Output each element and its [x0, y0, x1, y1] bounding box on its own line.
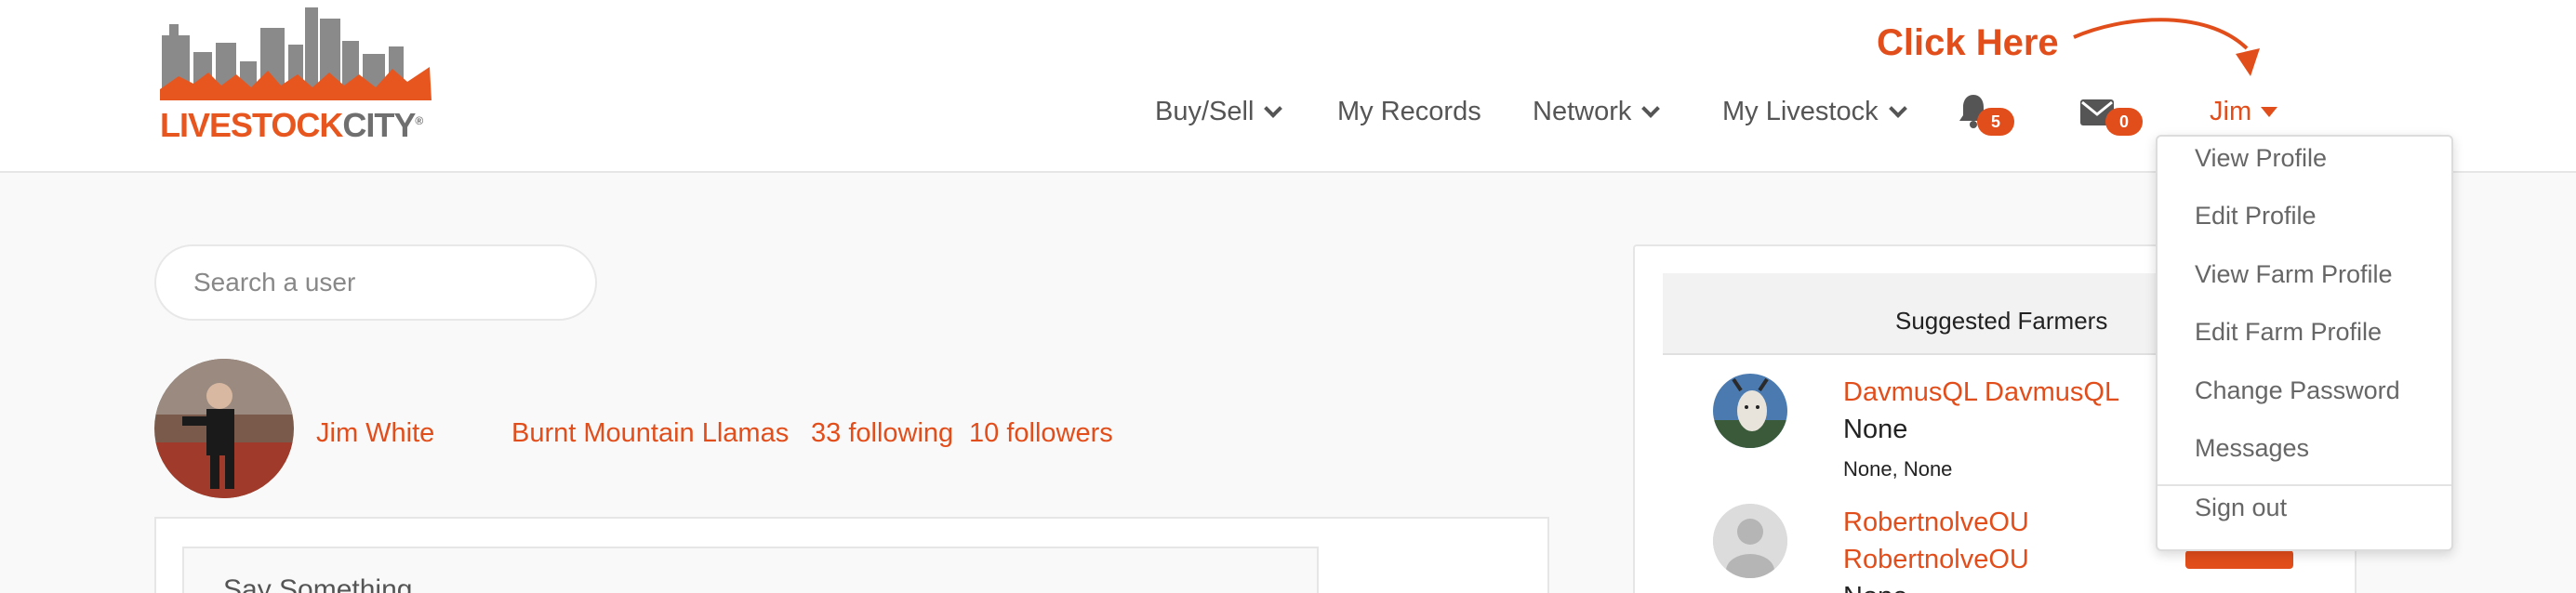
- annotation-arrow-icon: [2073, 18, 2260, 76]
- farmer-name-link[interactable]: DavmusQL DavmusQL: [1843, 377, 2119, 408]
- user-avatar[interactable]: [154, 359, 294, 498]
- menu-item-view-farm-profile[interactable]: View Farm Profile: [2195, 260, 2393, 289]
- post-prompt: Say Something: [223, 574, 413, 593]
- messages-count-badge: 0: [2105, 108, 2143, 136]
- chevron-down-icon: [1641, 99, 1661, 118]
- menu-item-view-profile[interactable]: View Profile: [2195, 144, 2327, 173]
- notifications-count-badge: 5: [1977, 108, 2014, 136]
- goat-photo-icon: [1713, 374, 1787, 448]
- livestockcity-logo[interactable]: LIVESTOCKCITY®: [160, 7, 439, 144]
- skyline-logo-icon: [160, 7, 432, 100]
- farmer-name-link[interactable]: RobertnolveOU: [1843, 507, 2029, 538]
- profile-name-link[interactable]: Jim White: [316, 418, 434, 449]
- menu-item-edit-farm-profile[interactable]: Edit Farm Profile: [2195, 318, 2382, 347]
- nav-buy-sell[interactable]: Buy/Sell: [1155, 97, 1283, 127]
- user-menu-toggle[interactable]: Jim: [2210, 97, 2278, 127]
- nav-my-livestock-label: My Livestock: [1722, 97, 1879, 126]
- menu-item-messages[interactable]: Messages: [2195, 434, 2309, 463]
- menu-item-change-password[interactable]: Change Password: [2195, 376, 2400, 405]
- following-link[interactable]: 33 following: [811, 418, 953, 449]
- nav-network[interactable]: Network: [1533, 97, 1661, 127]
- default-avatar-icon: [1713, 504, 1787, 578]
- logo-wordmark: LIVESTOCKCITY®: [160, 106, 423, 144]
- chevron-down-icon: [1264, 99, 1283, 118]
- farmer-type: None: [1843, 582, 1907, 593]
- nav-my-records[interactable]: My Records: [1337, 97, 1481, 127]
- nav-buy-sell-label: Buy/Sell: [1155, 97, 1255, 126]
- follow-button[interactable]: [2185, 550, 2293, 569]
- menu-divider: [2158, 484, 2451, 486]
- menu-item-edit-profile[interactable]: Edit Profile: [2195, 202, 2317, 231]
- farmer-avatar[interactable]: [1713, 374, 1787, 448]
- nav-my-records-label: My Records: [1337, 97, 1481, 126]
- farmer-avatar[interactable]: [1713, 504, 1787, 578]
- followers-link[interactable]: 10 followers: [969, 418, 1113, 449]
- user-dropdown-menu: View Profile Edit Profile View Farm Prof…: [2156, 135, 2453, 551]
- messages-button[interactable]: 0: [2079, 99, 2143, 136]
- farm-name-link[interactable]: Burnt Mountain Llamas: [511, 418, 789, 449]
- nav-network-label: Network: [1533, 97, 1632, 126]
- caret-down-icon: [2261, 107, 2278, 117]
- nav-my-livestock[interactable]: My Livestock: [1722, 97, 1907, 127]
- user-menu-label: Jim: [2210, 97, 2252, 126]
- farmer-location: None, None: [1843, 457, 1953, 481]
- farmer-type: None: [1843, 415, 1908, 444]
- chevron-down-icon: [1888, 99, 1907, 118]
- suggested-farmers-title: Suggested Farmers: [1895, 307, 2108, 335]
- farmer-name-link-line2[interactable]: RobertnolveOU: [1843, 545, 2029, 575]
- notifications-button[interactable]: 5: [1957, 93, 2014, 136]
- menu-item-sign-out[interactable]: Sign out: [2195, 494, 2287, 522]
- search-user-input[interactable]: [154, 244, 597, 321]
- user-photo-icon: [154, 359, 294, 498]
- click-here-annotation: Click Here: [1877, 22, 2059, 63]
